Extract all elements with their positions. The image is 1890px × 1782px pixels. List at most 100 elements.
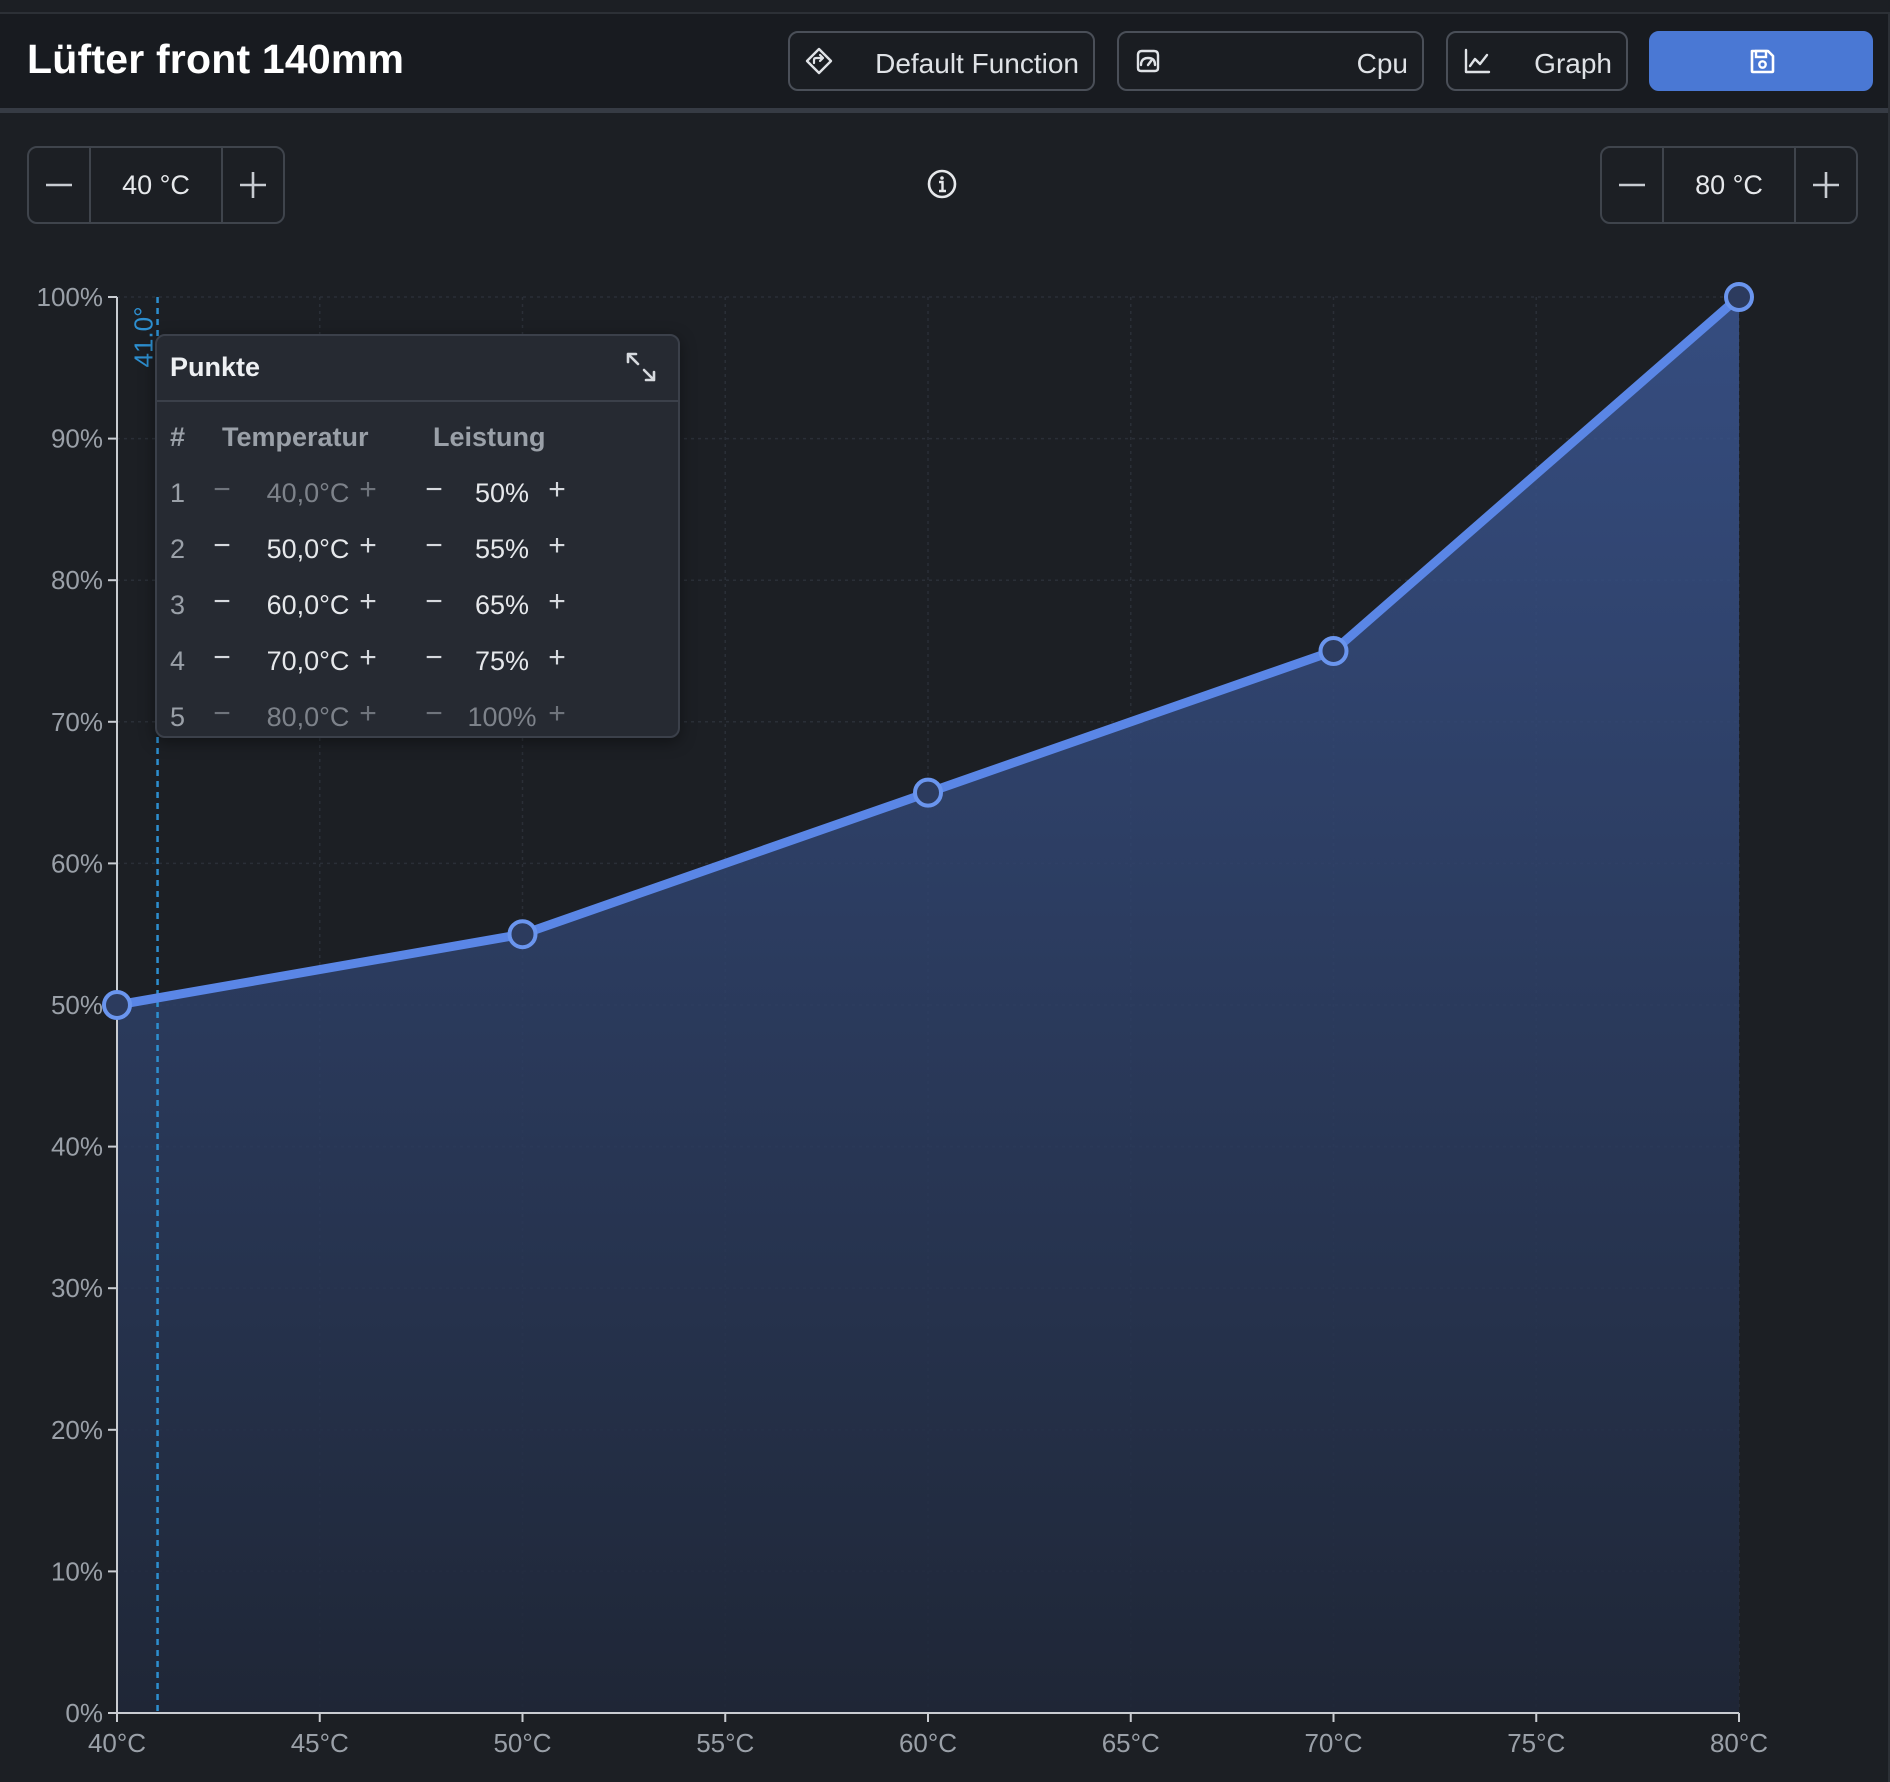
min-temperature-stepper: 40 °C	[27, 146, 285, 224]
power-decrement-button[interactable]: −	[417, 528, 451, 564]
point-index: 3	[170, 590, 186, 620]
minus-icon: −	[425, 473, 443, 506]
x-tick-label: 65°C	[1102, 1728, 1160, 1758]
temp-decrement-button[interactable]: −	[207, 640, 237, 676]
plus-icon: +	[548, 529, 566, 562]
point-row: 4 − 70,0°C + − 75% +	[157, 636, 678, 686]
min-temperature-value[interactable]: 40 °C	[89, 170, 223, 201]
temp-decrement-button[interactable]: −	[207, 584, 237, 620]
max-temp-decrement-button[interactable]	[1602, 148, 1664, 222]
plus-icon: +	[359, 697, 377, 730]
minus-icon: −	[425, 641, 443, 674]
column-header-index: #	[170, 422, 186, 452]
min-temp-increment-button[interactable]	[221, 148, 283, 222]
y-tick-label: 30%	[51, 1273, 103, 1303]
point-index: 5	[170, 702, 186, 732]
minus-icon: −	[213, 529, 231, 562]
power-decrement-button[interactable]: −	[417, 584, 451, 620]
plus-icon	[1813, 172, 1839, 198]
y-tick-label: 10%	[51, 1556, 103, 1586]
source-label: Cpu	[1356, 48, 1408, 79]
x-tick-label: 40°C	[88, 1728, 146, 1758]
x-tick-label: 45°C	[291, 1728, 349, 1758]
temp-decrement-button[interactable]: −	[207, 696, 237, 732]
power-decrement-button[interactable]: −	[417, 472, 451, 508]
power-increment-button[interactable]: +	[540, 584, 574, 620]
curve-point[interactable]	[102, 990, 132, 1020]
plus-icon	[240, 172, 266, 198]
minus-icon: −	[213, 697, 231, 730]
minus-icon: −	[213, 473, 231, 506]
power-decrement-button[interactable]: −	[417, 640, 451, 676]
header-bar: Lüfter front 140mm Default Function Cpu …	[0, 14, 1888, 113]
point-row: 3 − 60,0°C + − 65% +	[157, 580, 678, 630]
temp-increment-button[interactable]: +	[351, 528, 385, 564]
expand-icon[interactable]	[624, 350, 658, 384]
min-temp-decrement-button[interactable]	[29, 148, 91, 222]
y-tick-label: 50%	[51, 990, 103, 1020]
points-panel-header: Punkte	[157, 336, 678, 402]
max-temperature-value[interactable]: 80 °C	[1662, 170, 1796, 201]
point-row: 2 − 50,0°C + − 55% +	[157, 524, 678, 574]
save-button[interactable]	[1649, 31, 1873, 91]
y-tick-label: 70%	[51, 707, 103, 737]
point-row: 1 − 40,0°C + − 50% +	[157, 468, 678, 518]
temp-increment-button[interactable]: +	[351, 472, 385, 508]
plus-icon: +	[359, 585, 377, 618]
temp-increment-button[interactable]: +	[351, 696, 385, 732]
minus-icon	[46, 183, 72, 187]
info-icon[interactable]	[926, 168, 958, 200]
point-row: 5 − 80,0°C + − 100% +	[157, 692, 678, 742]
curve-point[interactable]	[1724, 282, 1754, 312]
power-increment-button[interactable]: +	[540, 640, 574, 676]
y-tick-label: 80%	[51, 565, 103, 595]
y-tick-label: 90%	[51, 424, 103, 454]
curve-point[interactable]	[507, 919, 538, 950]
plus-icon: +	[548, 585, 566, 618]
power-increment-button[interactable]: +	[540, 472, 574, 508]
max-temperature-stepper: 80 °C	[1600, 146, 1858, 224]
x-tick-label: 55°C	[696, 1728, 754, 1758]
y-tick-label: 100%	[37, 282, 104, 312]
x-tick-label: 75°C	[1507, 1728, 1565, 1758]
y-tick-label: 40%	[51, 1132, 103, 1162]
plus-icon: +	[359, 529, 377, 562]
graph-label: Graph	[1534, 48, 1612, 79]
temp-decrement-button[interactable]: −	[207, 528, 237, 564]
temp-decrement-button[interactable]: −	[207, 472, 237, 508]
x-tick-label: 80°C	[1710, 1728, 1768, 1758]
power-decrement-button[interactable]: −	[417, 696, 451, 732]
power-increment-button[interactable]: +	[540, 528, 574, 564]
temp-increment-button[interactable]: +	[351, 584, 385, 620]
max-temp-increment-button[interactable]	[1794, 148, 1856, 222]
plus-icon: +	[359, 641, 377, 674]
minus-icon: −	[425, 529, 443, 562]
graph-view-button[interactable]: Graph	[1446, 31, 1628, 91]
minus-icon: −	[213, 641, 231, 674]
y-tick-label: 0%	[65, 1698, 103, 1728]
column-header-power: Leistung	[433, 422, 546, 452]
function-selector-button[interactable]: Default Function	[788, 31, 1095, 91]
temperature-marker-label: 41.0°	[128, 306, 158, 367]
gauge-icon	[1136, 49, 1160, 73]
fan-curve-chart[interactable]: 0% 10% 20% 30% 40% 50% 60% 70% 80% 90% 100% 40°C 45°…	[0, 14, 1888, 1782]
function-icon	[805, 47, 833, 75]
temp-increment-button[interactable]: +	[351, 640, 385, 676]
temperature-source-button[interactable]: Cpu	[1117, 31, 1424, 91]
minus-icon: −	[425, 697, 443, 730]
curve-point[interactable]	[1318, 636, 1349, 666]
save-icon	[1750, 49, 1775, 74]
power-increment-button[interactable]: +	[540, 696, 574, 732]
points-panel: Punkte # Temperatur Leistung 1 − 40,0°C …	[155, 334, 680, 738]
plus-icon: +	[359, 473, 377, 506]
column-header-temperature: Temperatur	[222, 422, 369, 452]
y-tick-label: 20%	[51, 1415, 103, 1445]
plus-icon: +	[548, 697, 566, 730]
x-tick-label: 50°C	[493, 1728, 551, 1758]
function-label: Default Function	[875, 48, 1079, 79]
x-tick-label: 60°C	[899, 1728, 957, 1758]
point-index: 2	[170, 534, 186, 564]
curve-point[interactable]	[913, 777, 943, 808]
point-index: 4	[170, 646, 186, 676]
points-panel-title: Punkte	[170, 352, 261, 382]
